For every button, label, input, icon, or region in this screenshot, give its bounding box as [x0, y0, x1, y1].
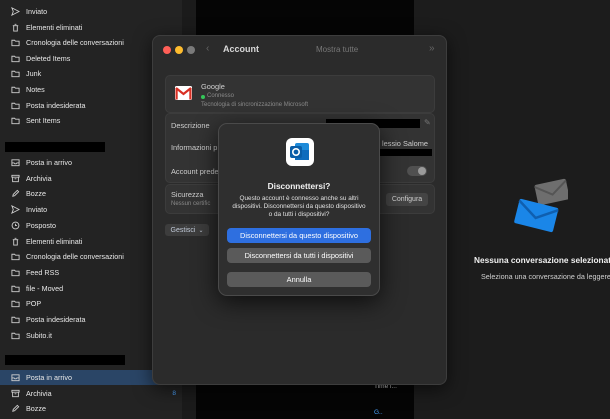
empty-state-subtitle: Seleziona una conversazione da leggere.	[481, 272, 610, 281]
outlook-app-icon	[286, 138, 314, 166]
sidebar-item-label: Elementi eliminati	[26, 22, 83, 32]
folder-icon	[10, 315, 20, 325]
inbox-icon	[10, 158, 20, 168]
sidebar-item-label: Archivia	[26, 173, 52, 183]
sidebar-item-elementi-eliminati[interactable]: Elementi eliminati	[0, 20, 182, 35]
close-window-button[interactable]	[163, 46, 171, 54]
zoom-window-button[interactable]	[187, 46, 195, 54]
sidebar-item-archivia[interactable]: Archivia 8	[0, 386, 182, 401]
sidebar-item-label: Posta in arrivo	[26, 158, 72, 167]
manage-button[interactable]: Gestisci ⌄	[165, 224, 209, 236]
unread-count-badge: 8	[172, 389, 176, 397]
sidebar-item-label: Inviato	[26, 205, 48, 215]
sidebar-item-label: Bozze	[26, 404, 46, 414]
window-title: Account	[223, 44, 259, 54]
chevron-down-icon: ⌄	[198, 227, 204, 234]
trash-icon	[10, 22, 20, 32]
sidebar-item-label: Posta in arrivo	[26, 373, 72, 382]
manage-label: Gestisci	[170, 226, 196, 234]
folder-icon	[10, 85, 20, 95]
connected-dot-icon	[201, 95, 205, 99]
user-name-value: lessio Salome	[382, 139, 429, 148]
folder-icon	[10, 267, 20, 277]
sidebar-item-label: Inviato	[26, 7, 48, 16]
draft-icon	[10, 189, 20, 199]
info-label: Informazioni p	[171, 143, 218, 152]
account-name: Google	[201, 82, 225, 91]
sidebar-item-label: Subito.it	[26, 330, 52, 340]
sidebar-item-inviato[interactable]: Inviato	[0, 4, 182, 19]
account-header-redacted[interactable]	[5, 355, 125, 365]
security-subtitle: Nessun certific	[171, 201, 211, 207]
folder-icon	[10, 252, 20, 262]
window-titlebar: ‹ Account Mostra tutte »	[153, 36, 446, 64]
sidebar-item-label: POP	[26, 299, 42, 309]
folder-icon	[10, 330, 20, 340]
back-chevron-icon[interactable]: ‹	[206, 43, 209, 54]
send-icon	[10, 7, 20, 17]
sidebar-item-label: Elementi eliminati	[26, 236, 83, 246]
sidebar-item-label: Feed RSS	[26, 267, 60, 277]
envelope-illustration-icon	[514, 178, 568, 233]
clock-icon	[10, 220, 20, 230]
gmail-icon	[175, 86, 192, 100]
sidebar-item-bozze[interactable]: Bozze	[0, 401, 182, 416]
disconnect-dialog: Disconnettersi? Questo account è conness…	[218, 123, 380, 296]
folder-icon	[10, 283, 20, 293]
cancel-button[interactable]: Annulla	[227, 272, 371, 287]
archive-icon	[10, 173, 20, 183]
show-all-button[interactable]: Mostra tutte	[316, 45, 358, 54]
sidebar-item-label: Cronologia delle conversazioni	[26, 38, 124, 48]
trash-icon	[10, 236, 20, 246]
account-header-redacted[interactable]	[5, 142, 105, 152]
account-status: Connesso	[207, 93, 235, 99]
empty-state-title: Nessuna conversazione selezionata	[474, 255, 610, 265]
dialog-title: Disconnettersi?	[267, 181, 331, 191]
sidebar-item-label: Deleted Items	[26, 53, 71, 63]
default-account-toggle[interactable]	[407, 166, 427, 176]
disconnect-all-devices-button[interactable]: Disconnettersi da tutti i dispositivi	[227, 248, 371, 263]
dialog-message: Questo account è connesso anche su altri…	[232, 195, 366, 218]
send-icon	[10, 205, 20, 215]
account-sync-tech: Tecnologia di sincronizzazione Microsoft	[201, 102, 309, 108]
disconnect-this-device-button[interactable]: Disconnettersi da questo dispositivo	[227, 228, 371, 243]
default-account-label: Account prede	[171, 167, 219, 176]
account-panel: Google Connesso Tecnologia di sincronizz…	[165, 75, 435, 113]
sidebar-item-label: Posposto	[26, 220, 56, 230]
sidebar-item-label: Bozze	[26, 189, 46, 199]
sidebar-item-label: Sent Items	[26, 116, 61, 126]
sidebar-item-label: Notes	[26, 85, 45, 94]
security-label: Sicurezza	[171, 190, 204, 199]
sidebar-item-label: Junk	[26, 69, 42, 79]
draft-icon	[10, 404, 20, 414]
folder-icon	[10, 100, 20, 110]
configure-button[interactable]: Configura	[386, 193, 428, 206]
folder-icon	[10, 116, 20, 126]
forward-chevron-icon[interactable]: »	[429, 43, 435, 54]
sidebar-item-label: Cronologia delle conversazioni	[26, 252, 124, 262]
message-link-peek[interactable]: G..	[374, 409, 383, 416]
folder-icon	[10, 69, 20, 79]
inbox-icon	[10, 373, 20, 383]
description-label: Descrizione	[171, 121, 210, 130]
folder-icon	[10, 38, 20, 48]
sidebar-item-label: Archivia	[26, 388, 52, 398]
sidebar-item-label: Posta indesiderata	[26, 315, 86, 324]
edit-pencil-icon[interactable]: ✎	[424, 118, 431, 127]
folder-icon	[10, 299, 20, 309]
archive-icon	[10, 388, 20, 398]
minimize-window-button[interactable]	[175, 46, 183, 54]
sidebar-item-label: file - Moved	[26, 283, 64, 293]
folder-icon	[10, 53, 20, 63]
sidebar-item-label: Posta indesiderata	[26, 100, 86, 110]
